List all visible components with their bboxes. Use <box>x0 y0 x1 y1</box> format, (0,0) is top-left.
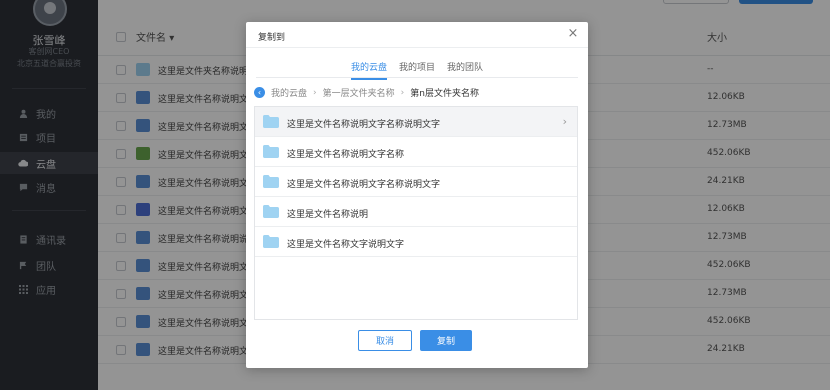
folder-name: 这里是文件名称说明文字名称 <box>287 150 405 160</box>
folder-row[interactable]: 这里是文件名称说明文字名称说明文字 <box>255 167 577 197</box>
folder-row[interactable]: 这里是文件名称说明文字名称 <box>255 137 577 167</box>
breadcrumb-current: 第n层文件夹名称 <box>410 89 479 99</box>
folder-name: 这里是文件名称文字说明文字 <box>287 240 405 250</box>
breadcrumb-separator-icon: › <box>313 87 317 98</box>
chevron-right-icon[interactable]: › <box>563 115 567 128</box>
close-icon[interactable]: × <box>566 27 580 41</box>
breadcrumb-separator-icon: › <box>400 87 405 98</box>
folder-row[interactable]: 这里是文件名称说明文字名称说明文字 › <box>255 107 577 137</box>
folder-row[interactable]: 这里是文件名称说明 <box>255 197 577 227</box>
folder-icon <box>263 115 279 128</box>
back-icon[interactable]: ‹ <box>254 87 265 98</box>
breadcrumb-item[interactable]: 我的云盘 <box>271 86 307 99</box>
cancel-button[interactable]: 取消 <box>358 330 412 351</box>
folder-icon <box>263 175 279 188</box>
tabs-divider <box>256 77 578 78</box>
folder-name: 这里是文件名称说明文字名称说明文字 <box>287 120 441 130</box>
folder-row[interactable]: 这里是文件名称文字说明文字 <box>255 227 577 257</box>
folder-icon <box>263 235 279 248</box>
breadcrumb-item[interactable]: 第一层文件夹名称 <box>323 86 395 99</box>
breadcrumb: ‹ 我的云盘 › 第一层文件夹名称 › 第n层文件夹名称 <box>254 86 479 99</box>
copy-to-dialog: 复制到 × 我的云盘 我的项目 我的团队 ‹ 我的云盘 › 第一层文件夹名称 ›… <box>246 22 588 368</box>
folder-list: 这里是文件名称说明文字名称说明文字 › 这里是文件名称说明文字名称 这里是文件名… <box>254 106 578 320</box>
dialog-title: 复制到 <box>258 33 286 43</box>
folder-name: 这里是文件名称说明文字名称说明文字 <box>287 180 441 190</box>
copy-button[interactable]: 复制 <box>420 330 472 351</box>
dialog-divider <box>246 47 588 48</box>
folder-name: 这里是文件名称说明 <box>287 210 369 220</box>
folder-icon <box>263 145 279 158</box>
folder-icon <box>263 205 279 218</box>
